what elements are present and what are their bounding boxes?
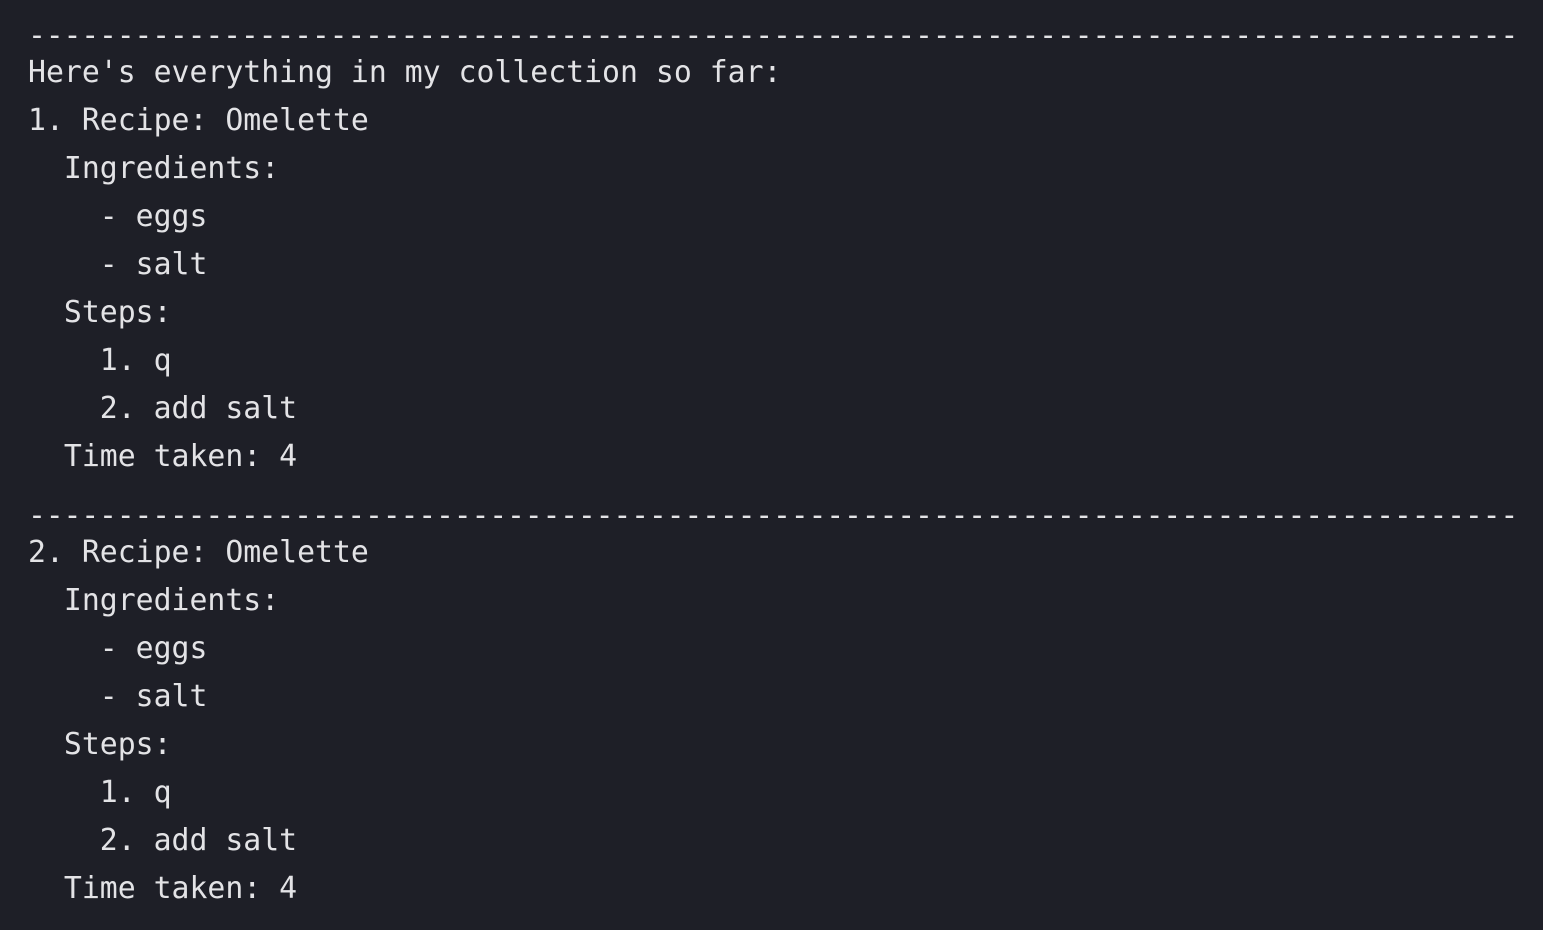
terminal-output[interactable]: ----------------------------------------… [0, 0, 1543, 930]
step-item: 1. q [28, 775, 172, 810]
ingredient-item: - salt [28, 247, 208, 282]
ingredient-item: - salt [28, 679, 208, 714]
steps-label: Steps: [28, 727, 172, 762]
recipe-title: 2. Recipe: Omelette [28, 535, 369, 570]
step-item: 2. add salt [28, 391, 298, 426]
time-taken: Time taken: 4 [28, 871, 298, 906]
ingredients-label: Ingredients: [28, 583, 280, 618]
steps-label: Steps: [28, 295, 172, 330]
step-item: 2. add salt [28, 823, 298, 858]
ingredients-label: Ingredients: [28, 151, 280, 186]
ingredient-item: - eggs [28, 631, 208, 666]
separator-line: ----------------------------------------… [28, 498, 1515, 533]
ingredient-item: - eggs [28, 199, 208, 234]
time-taken: Time taken: 4 [28, 439, 298, 474]
intro-text: Here's everything in my collection so fa… [28, 55, 782, 90]
step-item: 1. q [28, 343, 172, 378]
recipe-title: 1. Recipe: Omelette [28, 103, 369, 138]
separator-line: ----------------------------------------… [28, 18, 1515, 53]
